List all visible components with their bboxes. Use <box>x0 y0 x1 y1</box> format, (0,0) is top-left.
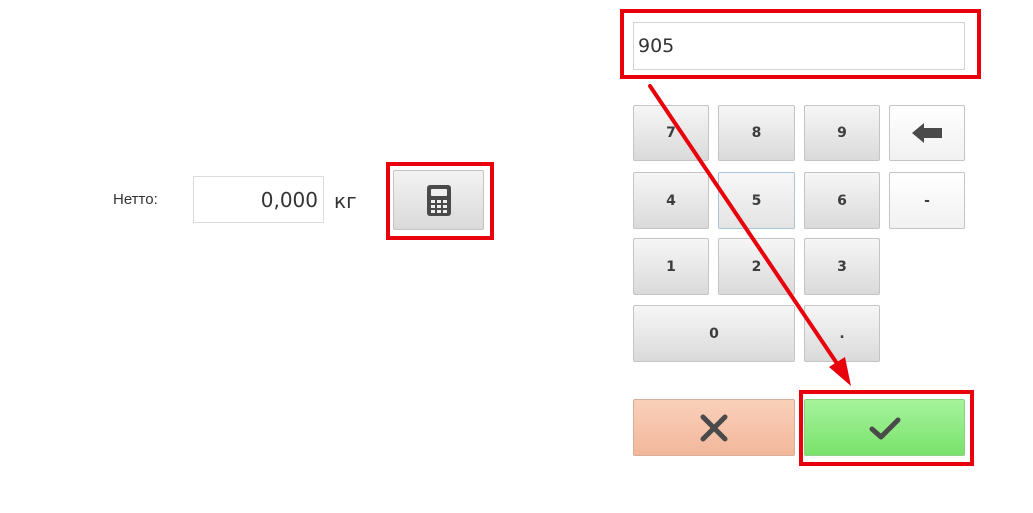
backspace-arrow-icon <box>912 123 942 143</box>
cancel-button[interactable] <box>633 399 795 456</box>
key-7[interactable]: 7 <box>633 105 709 161</box>
netto-label: Нетто: <box>113 191 158 208</box>
decimal-key[interactable]: . <box>804 305 880 362</box>
calculator-icon <box>426 184 451 216</box>
netto-weight-input[interactable] <box>193 176 324 223</box>
confirm-button[interactable] <box>804 399 965 456</box>
key-9[interactable]: 9 <box>804 105 880 161</box>
key-4[interactable]: 4 <box>633 172 709 229</box>
key-8[interactable]: 8 <box>718 105 795 161</box>
keypad-display-input[interactable] <box>633 22 965 70</box>
calculator-button[interactable] <box>393 170 484 230</box>
key-6[interactable]: 6 <box>804 172 880 229</box>
minus-key[interactable]: - <box>889 172 965 229</box>
key-5[interactable]: 5 <box>718 172 795 229</box>
close-icon <box>700 414 728 441</box>
key-2[interactable]: 2 <box>718 238 795 295</box>
backspace-button[interactable] <box>889 105 965 161</box>
key-3[interactable]: 3 <box>804 238 880 295</box>
checkmark-icon <box>869 417 900 439</box>
unit-label: кг <box>334 189 357 213</box>
key-0[interactable]: 0 <box>633 305 795 362</box>
key-1[interactable]: 1 <box>633 238 709 295</box>
